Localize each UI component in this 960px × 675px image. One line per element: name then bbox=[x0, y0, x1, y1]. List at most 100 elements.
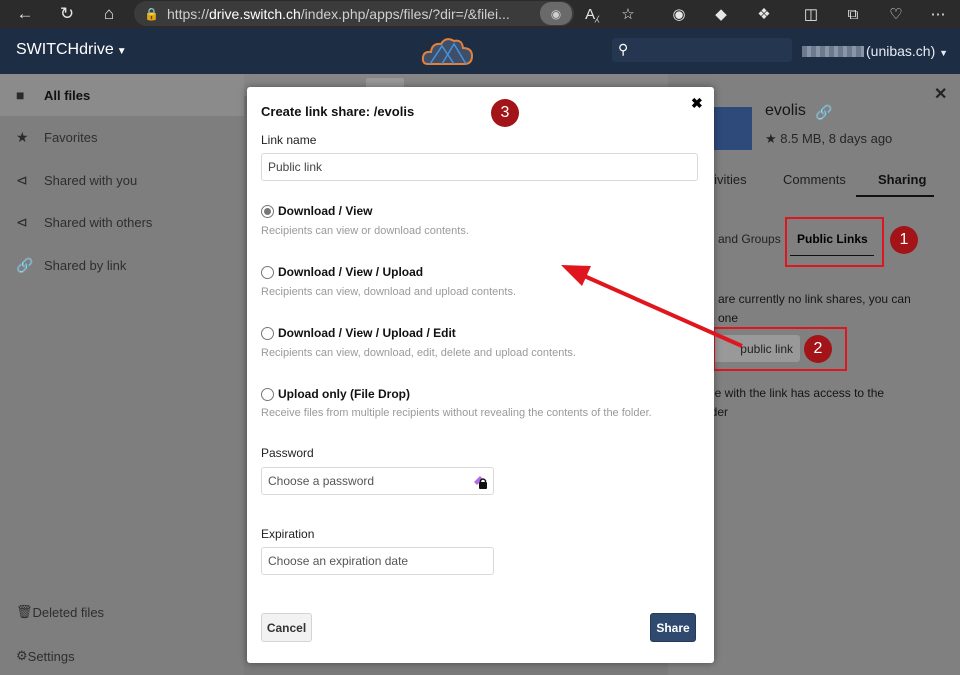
password-placeholder: Choose a password bbox=[268, 474, 375, 488]
sidebar-item-favorites[interactable]: ★ Favorites bbox=[0, 116, 244, 158]
sidebar-item-all-files[interactable]: ■ All files bbox=[0, 74, 244, 116]
gear-icon: ⚙ bbox=[16, 648, 28, 663]
expiration-date-input[interactable]: Choose an expiration date bbox=[261, 547, 494, 575]
sidebar-item-deleted-files[interactable]: 🗑 Deleted files bbox=[0, 592, 244, 632]
option-description: Recipients can view or download contents… bbox=[261, 225, 469, 237]
close-icon[interactable]: ✖ bbox=[691, 95, 703, 112]
cancel-button[interactable]: Cancel bbox=[261, 613, 312, 642]
reload-icon[interactable]: ↻ bbox=[50, 0, 84, 28]
extension-owl-icon[interactable]: ◉ bbox=[664, 0, 694, 28]
option-description: Recipients can view, download, edit, del… bbox=[261, 347, 576, 359]
back-icon[interactable]: ← bbox=[8, 0, 42, 28]
sidebar-item-label: All files bbox=[44, 87, 91, 103]
trash-icon: 🗑 bbox=[16, 604, 33, 619]
option-download-view-upload[interactable]: Download / View / Upload bbox=[261, 265, 423, 279]
url-host: drive.switch.ch bbox=[208, 5, 301, 22]
caret-down-icon: ▼ bbox=[116, 46, 127, 57]
radio-download-view-upload[interactable] bbox=[261, 265, 274, 279]
browser-health-icon[interactable]: ♡ bbox=[881, 0, 911, 28]
sidebar-item-label: Shared with others bbox=[44, 214, 153, 230]
annotation-badge-1: 1 bbox=[890, 226, 918, 254]
option-label: Download / View bbox=[278, 204, 373, 218]
settings-button[interactable]: ⚙ Settings bbox=[0, 636, 244, 675]
folder-thumbnail bbox=[712, 107, 752, 150]
favorite-star-icon[interactable]: ★ bbox=[765, 131, 777, 146]
extensions-icon[interactable]: ❖ bbox=[749, 0, 779, 28]
detail-meta-text: 8.5 MB, 8 days ago bbox=[780, 131, 893, 146]
option-download-view-upload-edit[interactable]: Download / View / Upload / Edit bbox=[261, 326, 456, 340]
permalink-icon[interactable]: 🔗 bbox=[815, 104, 832, 121]
radio-download-view[interactable] bbox=[261, 204, 274, 218]
option-upload-only[interactable]: Upload only (File Drop) bbox=[261, 387, 410, 401]
cloud-logo-icon[interactable] bbox=[420, 34, 476, 68]
link-name-input[interactable]: Public link bbox=[261, 153, 698, 181]
detail-meta: ★ 8.5 MB, 8 days ago bbox=[765, 131, 892, 147]
collections-icon[interactable]: ⧉ bbox=[838, 0, 868, 28]
star-icon: ★ bbox=[16, 128, 29, 145]
favorite-star-icon[interactable]: ☆ bbox=[613, 0, 643, 28]
settings-label: Settings bbox=[27, 648, 75, 664]
dialog-title: Create link share: /evolis bbox=[261, 104, 415, 119]
option-description: Recipients can view, download and upload… bbox=[261, 286, 517, 298]
read-aloud-icon[interactable]: A⁁ bbox=[577, 0, 607, 28]
url-prefix: https:// bbox=[166, 5, 209, 22]
user-caret-icon: ▼ bbox=[939, 48, 949, 58]
brand-label: SWITCHdrive bbox=[16, 41, 114, 58]
option-label: Download / View / Upload bbox=[278, 265, 424, 279]
folder-icon: ■ bbox=[16, 87, 25, 103]
address-bar[interactable]: 🔒 https://drive.switch.ch/index.php/apps… bbox=[134, 1, 574, 26]
password-input[interactable]: Choose a password bbox=[261, 467, 494, 495]
search-icon: ⚲ bbox=[618, 41, 629, 57]
no-shares-text: e are currently no link shares, you can … bbox=[708, 290, 953, 328]
search-input[interactable]: ⚲ bbox=[612, 38, 792, 62]
share-icon: ⊲ bbox=[16, 213, 28, 230]
create-link-share-dialog: Create link share: /evolis ✖ Link name P… bbox=[247, 87, 714, 663]
password-manager-icon[interactable] bbox=[471, 473, 489, 491]
deleted-files-label: Deleted files bbox=[32, 604, 105, 620]
extension-lock-icon[interactable]: ◆ bbox=[706, 0, 736, 28]
tab-sharing[interactable]: Sharing bbox=[878, 172, 926, 187]
link-name-label: Link name bbox=[261, 133, 317, 147]
app-header: SWITCHdrive ▼ ⚲ (unibas.ch) ▼ bbox=[0, 28, 960, 74]
access-line: lder bbox=[708, 405, 729, 419]
app-menu-button[interactable]: SWITCHdrive ▼ bbox=[16, 41, 127, 59]
radio-download-view-upload-edit[interactable] bbox=[261, 326, 274, 340]
split-screen-icon[interactable]: ◫ bbox=[796, 0, 826, 28]
sidebar-item-label: Shared with you bbox=[44, 172, 138, 188]
share-icon: ⊲ bbox=[16, 171, 28, 188]
option-label: Upload only (File Drop) bbox=[278, 387, 410, 401]
tracking-prevention-icon[interactable]: ◉ bbox=[540, 2, 572, 25]
sidebar: ■ All files ★ Favorites ⊲ Shared with you ⊲… bbox=[0, 74, 244, 675]
radio-upload-only[interactable] bbox=[261, 387, 274, 401]
annotation-badge-2: 2 bbox=[804, 335, 832, 363]
sidebar-item-label: Favorites bbox=[44, 129, 98, 145]
annotation-box-public-links bbox=[785, 217, 884, 267]
detail-filename: evolis bbox=[765, 102, 806, 119]
no-shares-line: e are currently no link shares, you can bbox=[708, 292, 911, 306]
url-path: /index.php/apps/files/?dir=/&filei... bbox=[300, 5, 510, 22]
no-shares-line: e one bbox=[708, 311, 739, 325]
expiration-label: Expiration bbox=[261, 527, 315, 541]
close-panel-icon[interactable]: ✕ bbox=[934, 84, 947, 104]
option-description: Receive files from multiple recipients w… bbox=[261, 407, 652, 419]
access-line: ne with the link has access to the bbox=[708, 386, 885, 400]
share-button[interactable]: Share bbox=[650, 613, 696, 642]
home-icon[interactable]: ⌂ bbox=[92, 0, 126, 28]
browser-toolbar: ← ↻ ⌂ 🔒 https://drive.switch.ch/index.ph… bbox=[0, 0, 960, 28]
password-label: Password bbox=[261, 446, 314, 460]
user-menu[interactable]: (unibas.ch) ▼ bbox=[802, 43, 948, 59]
sidebar-item-shared-by-link[interactable]: 🔗 Shared by link bbox=[0, 244, 244, 286]
option-download-view[interactable]: Download / View bbox=[261, 204, 372, 218]
tab-comments[interactable]: Comments bbox=[783, 172, 846, 187]
option-label: Download / View / Upload / Edit bbox=[278, 326, 456, 340]
sidebar-item-label: Shared by link bbox=[44, 257, 127, 273]
redacted-username bbox=[802, 46, 864, 57]
lock-icon: 🔒 bbox=[144, 6, 159, 21]
more-menu-icon[interactable]: ⋯ bbox=[923, 0, 953, 28]
access-info-text: ne with the link has access to the lder bbox=[708, 384, 953, 422]
sidebar-item-shared-with-you[interactable]: ⊲ Shared with you bbox=[0, 159, 244, 201]
sidebar-item-shared-with-others[interactable]: ⊲ Shared with others bbox=[0, 201, 244, 243]
tab-underline bbox=[856, 195, 934, 197]
subtab-users-groups[interactable]: and Groups bbox=[718, 232, 781, 246]
link-icon: 🔗 bbox=[16, 256, 34, 273]
